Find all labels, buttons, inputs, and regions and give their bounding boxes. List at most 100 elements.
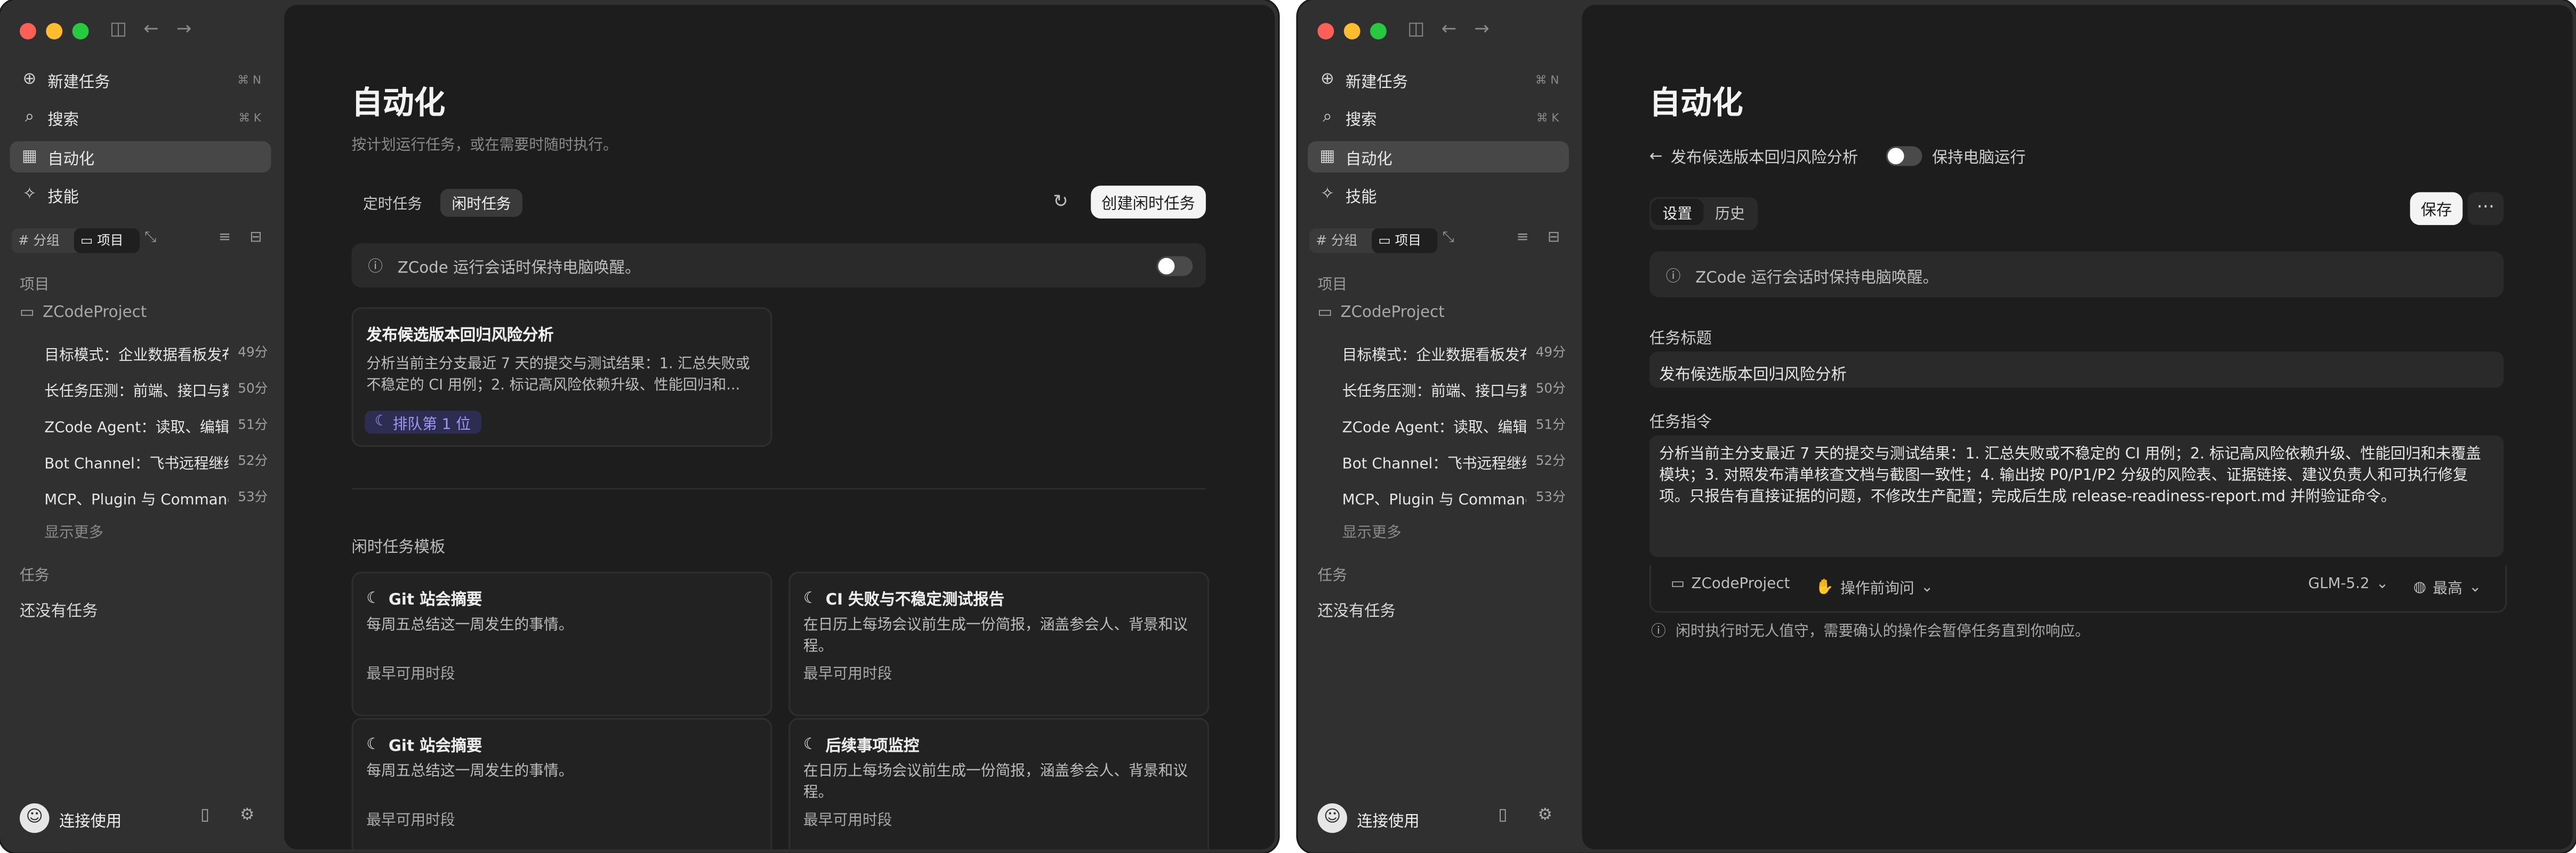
tab-settings[interactable]: 设置 — [1651, 198, 1704, 226]
nav-automation[interactable]: ▦ 自动化 — [1307, 141, 1569, 173]
project-name: ZCodeProject — [1340, 304, 1445, 322]
projects-section-label: 项目 — [1317, 277, 1347, 294]
moon-icon: ☾ — [366, 735, 381, 753]
sidebar-footer: ☺ 连接使用 ▯ ⚙ — [19, 803, 266, 833]
phone-icon[interactable]: ▯ — [200, 807, 210, 825]
keep-awake-toggle[interactable] — [1886, 146, 1922, 166]
project-name: ZCodeProject — [43, 304, 147, 322]
shortcut-label: ⌘ N — [1535, 73, 1559, 86]
nav-search[interactable]: ⌕ 搜索 ⌘ K — [10, 102, 271, 133]
template-card[interactable]: ☾ Git 站会摘要 每周五总结这一周发生的事情。 最早可用时段 — [351, 718, 772, 850]
model-selector[interactable]: GLM-5.2 ⌄ — [2308, 577, 2389, 593]
minimize-window-button[interactable] — [46, 23, 63, 39]
project-segment[interactable]: ▭ 项目 — [74, 228, 140, 253]
refresh-icon[interactable]: ↻ — [1053, 190, 1068, 212]
connect-button[interactable]: 连接使用 — [1357, 808, 1419, 831]
forward-arrow-icon[interactable]: → — [1469, 17, 1495, 43]
nav-new-task[interactable]: ⊕ 新建任务 ⌘ N — [10, 64, 271, 95]
nav-new-task[interactable]: ⊕ 新建任务 ⌘ N — [1308, 64, 1569, 95]
task-title: MCP、Plugin 与 Command — [44, 493, 229, 510]
back-arrow-icon[interactable]: ← — [1436, 17, 1462, 43]
tab-scheduled[interactable]: 定时任务 — [351, 189, 433, 216]
phone-icon[interactable]: ▯ — [1498, 807, 1507, 825]
nav-label: 搜索 — [47, 111, 79, 129]
task-item[interactable]: 长任务压测：前端、接口与数据 50分 — [1342, 380, 1566, 403]
task-item[interactable]: MCP、Plugin 与 Command 53分 — [1342, 488, 1566, 511]
task-title-field[interactable]: 发布候选版本回归风险分析 — [1649, 351, 2504, 388]
filter-icon[interactable]: ≡ — [219, 230, 231, 246]
filter-icon[interactable]: ≡ — [1516, 230, 1528, 246]
detail-tabs: 设置 历史 — [1649, 197, 1758, 230]
archive-icon[interactable]: ⊟ — [1548, 230, 1560, 246]
tab-idle[interactable]: 闲时任务 — [440, 189, 523, 217]
zoom-window-button[interactable] — [1370, 23, 1387, 39]
close-window-button[interactable] — [1317, 23, 1334, 39]
more-options-icon[interactable]: ⋯ — [2467, 192, 2504, 226]
tasks-section-label: 任务 — [1317, 568, 1347, 585]
show-more-link[interactable]: 显示更多 — [44, 521, 103, 542]
task-item[interactable]: 目标模式：企业数据看板发布 49分 — [44, 343, 268, 366]
zoom-window-button[interactable] — [72, 23, 89, 39]
collapse-icon[interactable]: ⤡ — [1443, 230, 1454, 246]
archive-icon[interactable]: ⊟ — [249, 230, 262, 246]
template-card[interactable]: ☾ 后续事项监控 在日历上每场会议前生成一份简报，涵盖参会人、背景和议程。 最早可… — [788, 718, 1210, 850]
banner-text: ZCode 运行会话时保持电脑唤醒。 — [1695, 269, 1938, 288]
sidebar-toggle-icon[interactable]: ◫ — [105, 17, 131, 43]
project-folder[interactable]: ▭ ZCodeProject — [20, 304, 147, 322]
task-item[interactable]: 长任务压测：前端、接口与数据 50分 — [44, 380, 268, 403]
collapse-icon[interactable]: ⤡ — [144, 230, 156, 246]
forward-arrow-icon[interactable]: → — [171, 17, 197, 43]
nav-automation[interactable]: ▦ 自动化 — [10, 141, 271, 173]
segment-label: 分组 — [33, 233, 60, 248]
group-segment[interactable]: # 分组 — [11, 228, 83, 253]
nav-search[interactable]: ⌕ 搜索 ⌘ K — [1308, 102, 1569, 133]
task-item[interactable]: Bot Channel：飞书远程继续任务 52分 — [44, 452, 268, 474]
template-title: Git 站会摘要 — [388, 591, 482, 610]
group-segment[interactable]: # 分组 — [1309, 228, 1380, 253]
task-item[interactable]: ZCode Agent：读取、编辑与运行 51分 — [44, 416, 268, 439]
nav-skills[interactable]: ✧ 技能 — [10, 179, 271, 211]
nav-label: 技能 — [47, 188, 79, 206]
task-item[interactable]: 目标模式：企业数据看板发布 49分 — [1342, 343, 1566, 366]
template-card[interactable]: ☾ CI 失败与不稳定测试报告 在日历上每场会议前生成一份简报，涵盖参会人、背景和… — [788, 572, 1210, 717]
back-arrow-icon[interactable]: ← — [138, 17, 164, 43]
template-card[interactable]: ☾ Git 站会摘要 每周五总结这一周发生的事情。 最早可用时段 — [351, 572, 772, 717]
avatar[interactable]: ☺ — [1317, 803, 1347, 833]
gear-icon[interactable]: ⚙ — [240, 807, 255, 825]
gear-icon[interactable]: ⚙ — [1537, 807, 1552, 825]
calendar-icon: ▦ — [1319, 148, 1335, 166]
create-idle-task-button[interactable]: 创建闲时任务 — [1091, 186, 1206, 219]
project-selector[interactable]: ▭ ZCodeProject — [1671, 577, 1790, 593]
idle-task-card[interactable]: 发布候选版本回归风险分析 分析当前主分支最近 7 天的提交与测试结果：1. 汇总… — [351, 307, 772, 447]
nav-skills[interactable]: ✧ 技能 — [1308, 179, 1569, 211]
close-window-button[interactable] — [19, 23, 36, 39]
task-item[interactable]: ZCode Agent：读取、编辑与运行 51分 — [1342, 416, 1566, 439]
tab-history[interactable]: 历史 — [1704, 199, 1757, 225]
card-description: 分析当前主分支最近 7 天的提交与测试结果：1. 汇总失败或不稳定的 CI 用例… — [366, 356, 750, 395]
project-segment[interactable]: ▭ 项目 — [1372, 228, 1438, 253]
minimize-window-button[interactable] — [1343, 23, 1361, 39]
keep-awake-banner: ⓘ ZCode 运行会话时保持电脑唤醒。 — [351, 243, 1206, 288]
task-item[interactable]: Bot Channel：飞书远程继续任务 52分 — [1342, 452, 1566, 474]
task-time: 51分 — [1535, 417, 1566, 432]
back-to-task[interactable]: ← 发布候选版本回归风险分析 — [1649, 144, 1858, 168]
task-title: 目标模式：企业数据看板发布 — [44, 348, 229, 365]
task-prompt-field[interactable]: 分析当前主分支最近 7 天的提交与测试结果：1. 汇总失败或不稳定的 CI 用例… — [1649, 435, 2504, 557]
template-description: 在日历上每场会议前生成一份简报，涵盖参会人、背景和议程。 — [803, 617, 1188, 656]
approval-selector[interactable]: ✋ 操作前询问 ⌄ — [1815, 577, 1933, 598]
show-more-link[interactable]: 显示更多 — [1342, 521, 1402, 542]
connect-button[interactable]: 连接使用 — [59, 808, 122, 831]
nav-label: 搜索 — [1345, 111, 1377, 129]
save-button[interactable]: 保存 — [2410, 192, 2463, 226]
hand-icon: ✋ — [1815, 579, 1834, 596]
task-item[interactable]: MCP、Plugin 与 Command 53分 — [44, 488, 268, 511]
avatar[interactable]: ☺ — [19, 803, 50, 833]
effort-label: 最高 — [2433, 581, 2462, 598]
project-folder[interactable]: ▭ ZCodeProject — [1317, 304, 1444, 322]
keep-awake-toggle[interactable] — [1156, 256, 1193, 276]
automation-window-detail: ◫ ← → ⊕ 新建任务 ⌘ N ⌕ 搜索 ⌘ K ▦ 自动化 ✧ 技能 # 分… — [1298, 0, 2576, 853]
task-time: 50分 — [1535, 381, 1566, 396]
sidebar-toggle-icon[interactable]: ◫ — [1403, 17, 1429, 43]
effort-selector[interactable]: ◍ 最高 ⌄ — [2413, 577, 2482, 598]
nav-label: 自动化 — [47, 150, 95, 168]
